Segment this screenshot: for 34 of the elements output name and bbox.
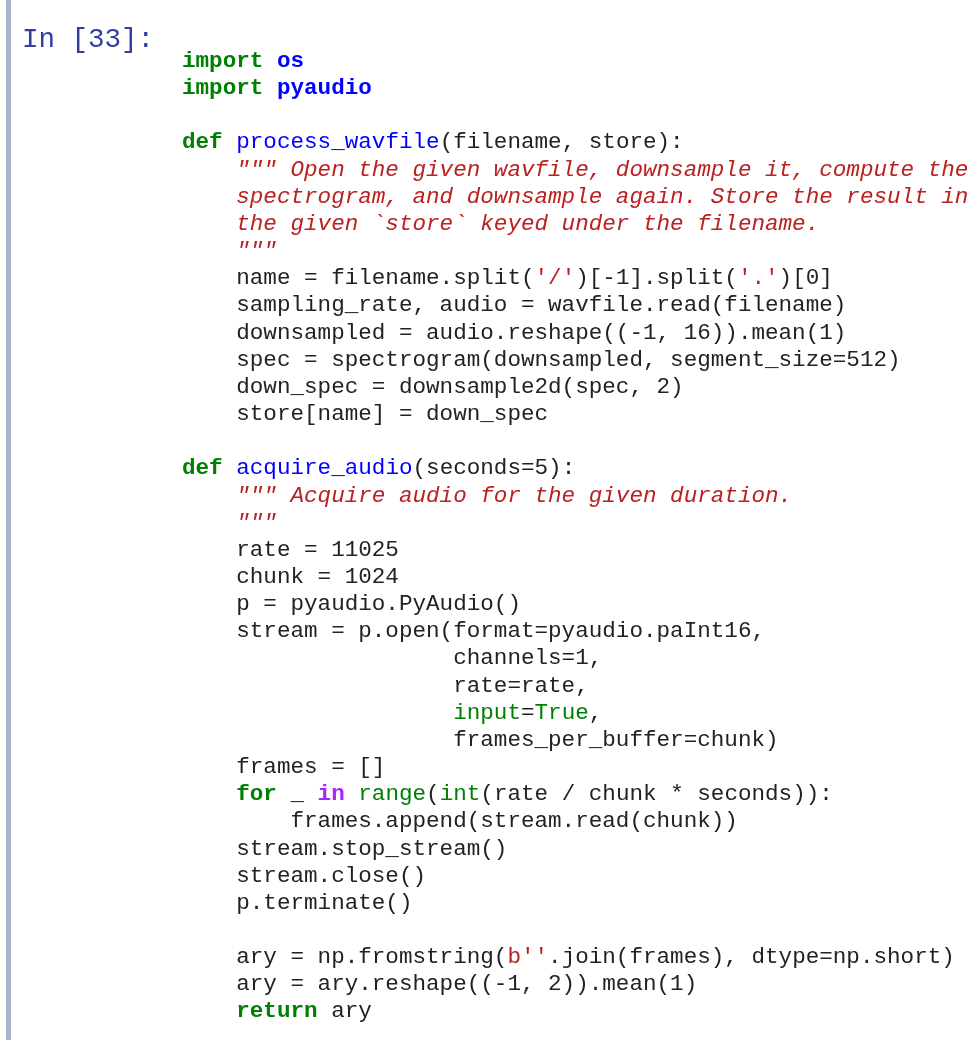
code-line: return ary (236, 998, 372, 1026)
code-line: stream.stop_stream() (236, 835, 508, 863)
code-line: import os (182, 48, 305, 76)
code-line: """ (236, 238, 277, 266)
code-line: frames.append(stream.read(chunk)) (290, 808, 738, 836)
code-line: frames_per_buffer=chunk) (453, 726, 779, 755)
code-line: down_spec = downsample2d(spec, 2) (236, 373, 684, 402)
code-line: """ Acquire audio for the given duration. (236, 482, 793, 510)
code-line: stream.close() (236, 862, 427, 890)
code-line: downsampled = audio.reshape((-1, 16)).mean(1) (236, 319, 847, 347)
cell-prompt: In [33]: (22, 24, 155, 56)
code-line: stream = p.open(format=pyaudio.paInt16, (236, 618, 765, 646)
code-line: ary = np.fromstring(b''.join(frames), dtype=np.short) (236, 944, 955, 972)
code-line: for _ in range(int(rate / chunk * seconds)): (236, 781, 833, 809)
code-line: def acquire_audio(seconds=5): (182, 455, 576, 483)
code-line: """ (236, 509, 277, 537)
code-line: """ Open the given wavfile, downsample it, compute the (236, 156, 969, 184)
code-line: channels=1, (453, 645, 603, 673)
code-line: import pyaudio (182, 75, 372, 103)
code-line: spec = spectrogram(downsampled, segment_size=512) (236, 346, 901, 374)
code-line: the given `store` keyed under the filename. (236, 210, 820, 239)
code-line: rate = 11025 (236, 536, 399, 564)
code-line: def process_wavfile(filename, store): (182, 129, 684, 157)
code-line: p.terminate() (236, 889, 413, 917)
code-line: input=True, (453, 699, 603, 727)
code-line: spectrogram, and downsample again. Store the result in (236, 183, 969, 211)
code-line: name = filename.split('/')[-1].split('.')[0] (236, 265, 833, 293)
code-line: sampling_rate, audio = wavfile.read(filename) (236, 292, 847, 320)
code-line: rate=rate, (453, 672, 589, 700)
code-line: p = pyaudio.PyAudio() (236, 591, 521, 619)
code-line: ary = ary.reshape((-1, 2)).mean(1) (236, 971, 698, 999)
code-line: store[name] = down_spec (236, 401, 549, 429)
code-line: chunk = 1024 (236, 563, 399, 592)
code-line: frames = [] (236, 754, 386, 782)
